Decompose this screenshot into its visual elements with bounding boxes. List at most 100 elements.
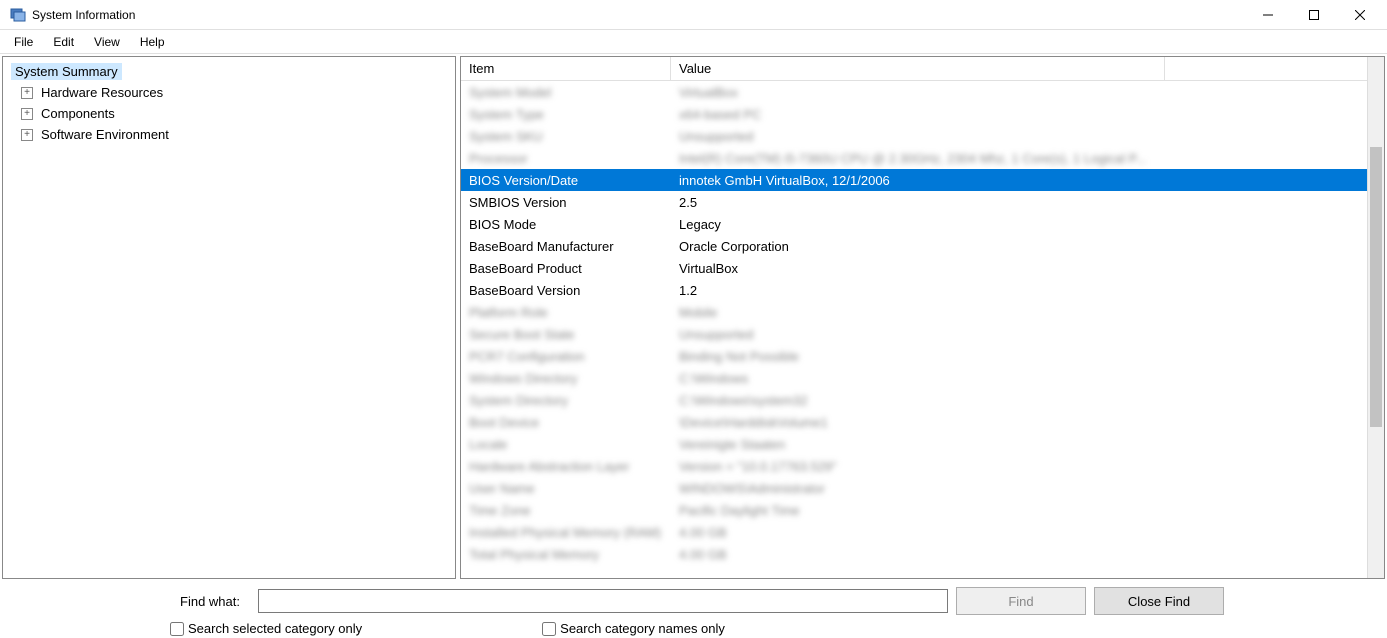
main-split: System Summary + Hardware Resources + Co… bbox=[0, 54, 1387, 581]
table-row[interactable]: Secure Boot StateUnsupported bbox=[461, 323, 1367, 345]
cell-item: System Type bbox=[461, 107, 671, 122]
col-header-item[interactable]: Item bbox=[461, 57, 671, 80]
table-row[interactable]: System DirectoryC:\Windows\system32 bbox=[461, 389, 1367, 411]
cell-item: Hardware Abstraction Layer bbox=[461, 459, 671, 474]
tree-node-software[interactable]: + Software Environment bbox=[19, 124, 453, 145]
cell-value: 4.00 GB bbox=[671, 525, 1367, 540]
column-headers: Item Value bbox=[461, 57, 1367, 81]
table-row[interactable]: BaseBoard Version1.2 bbox=[461, 279, 1367, 301]
tree-label: Hardware Resources bbox=[37, 84, 167, 101]
find-label: Find what: bbox=[10, 594, 250, 609]
table-row[interactable]: BaseBoard ProductVirtualBox bbox=[461, 257, 1367, 279]
cell-item: BaseBoard Version bbox=[461, 283, 671, 298]
menu-file[interactable]: File bbox=[4, 33, 43, 51]
cell-item: Locale bbox=[461, 437, 671, 452]
app-icon bbox=[10, 7, 26, 23]
menu-view[interactable]: View bbox=[84, 33, 130, 51]
checkbox-label: Search category names only bbox=[560, 621, 725, 636]
tree-node-components[interactable]: + Components bbox=[19, 103, 453, 124]
cell-value: Version = "10.0.17763.529" bbox=[671, 459, 1367, 474]
close-find-button[interactable]: Close Find bbox=[1094, 587, 1224, 615]
table-row[interactable]: System Typex64-based PC bbox=[461, 103, 1367, 125]
cell-value: Mobile bbox=[671, 305, 1367, 320]
cell-item: System SKU bbox=[461, 129, 671, 144]
cell-item: Boot Device bbox=[461, 415, 671, 430]
tree-label: Software Environment bbox=[37, 126, 173, 143]
minimize-button[interactable] bbox=[1245, 0, 1291, 30]
cell-value: Unsupported bbox=[671, 327, 1367, 342]
cell-value: Legacy bbox=[671, 217, 1367, 232]
tree-node-hardware[interactable]: + Hardware Resources bbox=[19, 82, 453, 103]
checkbox-search-selected[interactable]: Search selected category only bbox=[170, 621, 362, 636]
menu-help[interactable]: Help bbox=[130, 33, 175, 51]
close-button[interactable] bbox=[1337, 0, 1383, 30]
table-row[interactable]: BIOS ModeLegacy bbox=[461, 213, 1367, 235]
table-row[interactable]: Time ZonePacific Daylight Time bbox=[461, 499, 1367, 521]
cell-item: Time Zone bbox=[461, 503, 671, 518]
table-row[interactable]: BIOS Version/Dateinnotek GmbH VirtualBox… bbox=[461, 169, 1367, 191]
checkbox-input[interactable] bbox=[170, 622, 184, 636]
cell-item: PCR7 Configuration bbox=[461, 349, 671, 364]
titlebar: System Information bbox=[0, 0, 1387, 30]
window-title: System Information bbox=[32, 8, 135, 22]
cell-value: Oracle Corporation bbox=[671, 239, 1367, 254]
cell-item: User Name bbox=[461, 481, 671, 496]
tree-root-label: System Summary bbox=[11, 63, 122, 80]
table-row[interactable]: Platform RoleMobile bbox=[461, 301, 1367, 323]
tree-root-node[interactable]: System Summary bbox=[9, 61, 453, 82]
cell-item: Total Physical Memory bbox=[461, 547, 671, 562]
maximize-button[interactable] bbox=[1291, 0, 1337, 30]
table-row[interactable]: SMBIOS Version2.5 bbox=[461, 191, 1367, 213]
cell-item: Secure Boot State bbox=[461, 327, 671, 342]
table-row[interactable]: Hardware Abstraction LayerVersion = "10.… bbox=[461, 455, 1367, 477]
cell-value: innotek GmbH VirtualBox, 12/1/2006 bbox=[671, 173, 1367, 188]
cell-value: Unsupported bbox=[671, 129, 1367, 144]
cell-item: System Directory bbox=[461, 393, 671, 408]
table-row[interactable]: ProcessorIntel(R) Core(TM) i5-7360U CPU … bbox=[461, 147, 1367, 169]
cell-item: Platform Role bbox=[461, 305, 671, 320]
table-row[interactable]: Windows DirectoryC:\Windows bbox=[461, 367, 1367, 389]
tree-children: + Hardware Resources + Components + Soft… bbox=[9, 82, 453, 145]
table-row[interactable]: Installed Physical Memory (RAM)4.00 GB bbox=[461, 521, 1367, 543]
scrollbar-thumb[interactable] bbox=[1370, 147, 1382, 427]
tree-panel[interactable]: System Summary + Hardware Resources + Co… bbox=[2, 56, 456, 579]
col-header-value[interactable]: Value bbox=[671, 57, 1165, 80]
cell-item: System Model bbox=[461, 85, 671, 100]
cell-value: C:\Windows\system32 bbox=[671, 393, 1367, 408]
cell-item: Windows Directory bbox=[461, 371, 671, 386]
expand-icon[interactable]: + bbox=[21, 87, 33, 99]
menu-edit[interactable]: Edit bbox=[43, 33, 84, 51]
details-list[interactable]: Item Value System ModelVirtualBoxSystem … bbox=[461, 57, 1367, 578]
cell-value: Pacific Daylight Time bbox=[671, 503, 1367, 518]
cell-value: Vereinigte Staaten bbox=[671, 437, 1367, 452]
expand-icon[interactable]: + bbox=[21, 129, 33, 141]
expand-icon[interactable]: + bbox=[21, 108, 33, 120]
cell-item: BaseBoard Product bbox=[461, 261, 671, 276]
table-row[interactable]: User NameWINDOWS\Administrator bbox=[461, 477, 1367, 499]
table-row[interactable]: Total Physical Memory4.00 GB bbox=[461, 543, 1367, 565]
table-row[interactable]: System SKUUnsupported bbox=[461, 125, 1367, 147]
cell-value: Binding Not Possible bbox=[671, 349, 1367, 364]
cell-value: 4.00 GB bbox=[671, 547, 1367, 562]
find-button[interactable]: Find bbox=[956, 587, 1086, 615]
cell-item: SMBIOS Version bbox=[461, 195, 671, 210]
cell-value: \Device\HarddiskVolume1 bbox=[671, 415, 1367, 430]
table-row[interactable]: BaseBoard ManufacturerOracle Corporation bbox=[461, 235, 1367, 257]
cell-value: 1.2 bbox=[671, 283, 1367, 298]
tree-label: Components bbox=[37, 105, 119, 122]
cell-value: VirtualBox bbox=[671, 85, 1367, 100]
cell-value: WINDOWS\Administrator bbox=[671, 481, 1367, 496]
table-row[interactable]: System ModelVirtualBox bbox=[461, 81, 1367, 103]
checkbox-input[interactable] bbox=[542, 622, 556, 636]
details-panel: Item Value System ModelVirtualBoxSystem … bbox=[460, 56, 1385, 579]
outer-scrollbar[interactable] bbox=[1367, 57, 1384, 578]
cell-item: BaseBoard Manufacturer bbox=[461, 239, 671, 254]
table-row[interactable]: Boot Device\Device\HarddiskVolume1 bbox=[461, 411, 1367, 433]
find-input[interactable] bbox=[258, 589, 948, 613]
table-row[interactable]: PCR7 ConfigurationBinding Not Possible bbox=[461, 345, 1367, 367]
checkbox-search-names[interactable]: Search category names only bbox=[542, 621, 725, 636]
cell-value: VirtualBox bbox=[671, 261, 1367, 276]
table-row[interactable]: LocaleVereinigte Staaten bbox=[461, 433, 1367, 455]
cell-item: BIOS Version/Date bbox=[461, 173, 671, 188]
cell-value: Intel(R) Core(TM) i5-7360U CPU @ 2.30GHz… bbox=[671, 151, 1367, 166]
